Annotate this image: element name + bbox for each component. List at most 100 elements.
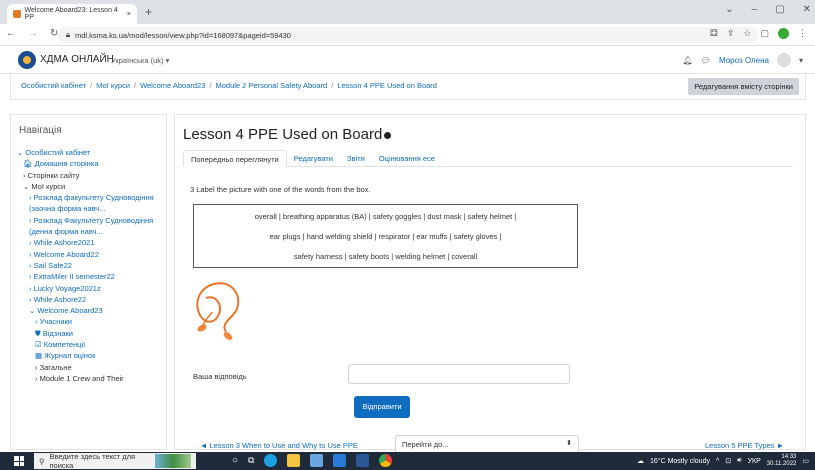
translate-icon[interactable]: ⚃	[710, 28, 718, 39]
maximize-button[interactable]: ▢	[775, 4, 784, 15]
file-explorer-icon[interactable]	[287, 454, 301, 467]
nav-item[interactable]: ⌄ Мої курси	[17, 181, 165, 192]
minimize-button[interactable]: –	[752, 4, 758, 15]
nav-item[interactable]: › Lucky Voyage2021z	[17, 283, 165, 294]
breadcrumb-lesson[interactable]: Lesson 4 PPE Used on Board	[337, 81, 437, 90]
menu-icon[interactable]: ⋮	[798, 28, 807, 39]
close-window-button[interactable]: ✕	[803, 4, 811, 15]
word-line: overall | breathing apparatus (BA) | saf…	[254, 212, 517, 221]
nav-item[interactable]: ⌄ Особистий кабінет	[17, 147, 165, 158]
word-box: overall | breathing apparatus (BA) | saf…	[193, 204, 578, 268]
tab-close-icon[interactable]: ×	[127, 11, 131, 18]
nav-item[interactable]: 🏠︎ Домашня сторінка	[17, 158, 165, 169]
mail-icon[interactable]	[333, 454, 347, 467]
nav-item[interactable]: › Module 1 Crew and Their	[17, 373, 165, 384]
site-header: ХДМА ОНЛАЙН Українська (uk) ▾ 🔔︎ 💬︎ Моро…	[0, 46, 815, 74]
site-logo[interactable]	[18, 51, 36, 69]
cortana-icon[interactable]: ○	[232, 455, 238, 466]
earplug-cord	[223, 283, 240, 333]
jump-to-select[interactable]: Перейти до... ⬍	[395, 435, 579, 453]
tray-arrow-icon[interactable]: ^	[716, 458, 719, 465]
breadcrumb-my-courses[interactable]: Мої курси	[96, 81, 130, 90]
breadcrumb-module[interactable]: Module 2 Personal Safety Aboard	[215, 81, 327, 90]
volume-icon[interactable]: 🔊︎	[737, 457, 741, 465]
previous-lesson-link[interactable]: ◄ Lesson 3 When to Use and Why to Use PP…	[200, 441, 358, 450]
nav-item[interactable]: › Сторінки сайту	[17, 170, 165, 181]
bell-icon[interactable]: 🔔︎	[683, 56, 693, 65]
breadcrumb-course[interactable]: Welcome Aboard23	[140, 81, 205, 90]
taskbar-search[interactable]: ⚲ Введите здесь текст для поиска	[34, 452, 196, 470]
earplugs-picture	[196, 282, 240, 340]
answer-label: Ваша відповідь	[193, 372, 247, 381]
nav-item[interactable]: ⛊ Відзнаки	[17, 328, 165, 339]
notification-icon[interactable]: ▭	[802, 457, 809, 465]
keyboard-lang[interactable]: УКР	[748, 458, 761, 465]
url-text: mdl.ksma.ks.ua/mod/lesson/view.php?id=16…	[75, 30, 291, 40]
back-icon[interactable]: ←	[6, 28, 16, 39]
navigation-block: Навігація ⌄ Особистий кабінет 🏠︎ Домашня …	[10, 114, 167, 450]
nav-item[interactable]: › While Ashore2021	[17, 237, 165, 248]
nav-item[interactable]: › ExtraMiler II semester22	[17, 271, 165, 282]
clock-time: 14:33	[781, 454, 797, 460]
new-tab-button[interactable]: +	[145, 5, 152, 19]
url-field[interactable]: 🔒︎ mdl.ksma.ks.ua/mod/lesson/view.php?id…	[58, 27, 758, 43]
network-icon[interactable]: ⊡	[725, 457, 731, 465]
taskbar-search-text: Введите здесь текст для поиска	[49, 452, 136, 470]
bookmark-star-icon[interactable]: ☆	[743, 28, 751, 39]
window-controls: ⌄ – ▢ ✕	[725, 4, 811, 15]
windows-taskbar: ⚲ Введите здесь текст для поиска ○ ⧉ ☁ 1…	[0, 452, 815, 470]
tab-preview[interactable]: Попередньо переглянути	[183, 150, 287, 167]
search-highlight-image	[154, 454, 191, 468]
nav-item[interactable]: › Розклад факультету Судноводіння (заочн…	[17, 192, 165, 215]
avatar[interactable]	[776, 53, 791, 67]
submit-button[interactable]: Відправити	[354, 396, 410, 418]
nav-item[interactable]: › Учасники	[17, 316, 165, 327]
chevron-down-icon[interactable]: ▾	[799, 56, 803, 65]
nav-item[interactable]: ▦ Журнал оцінок	[17, 350, 165, 361]
favicon-icon	[13, 10, 21, 18]
forward-icon[interactable]: →	[28, 28, 38, 39]
lesson-title-text: Lesson 4 PPE Used on Board	[183, 126, 383, 143]
tab-grade-essays[interactable]: Оцінювання есе	[372, 150, 442, 167]
task-view-icon[interactable]: ⧉	[248, 455, 254, 466]
store-icon[interactable]	[310, 454, 324, 467]
taskbar-apps: ○ ⧉	[232, 454, 393, 467]
tab-search-icon[interactable]: ⌄	[725, 4, 733, 15]
browser-tab[interactable]: Welcome Aboard23: Lesson 4 PP ×	[7, 4, 137, 24]
chrome-icon[interactable]	[379, 454, 393, 467]
browser-toolbar-icons: ⚃ ⇪ ☆ ▢ ⋮	[710, 28, 807, 39]
language-select[interactable]: Українська (uk) ▾	[111, 56, 169, 65]
word-icon[interactable]	[356, 454, 370, 467]
profile-icon[interactable]	[778, 28, 789, 39]
answer-input[interactable]	[348, 364, 570, 384]
jump-to-value: Перейти до...	[402, 440, 449, 449]
chat-icon[interactable]: 💬︎	[701, 56, 711, 65]
nav-item[interactable]: › Розклад Факультету Судноводіння (денна…	[17, 215, 165, 238]
nav-item[interactable]: › While Ashore22	[17, 294, 165, 305]
nav-item[interactable]: › Загальне	[17, 362, 165, 373]
info-icon[interactable]	[384, 131, 392, 139]
next-lesson-link[interactable]: Lesson 5 PPE Types ►	[705, 441, 784, 450]
weather-text[interactable]: 16°C Mostly cloudy	[650, 458, 710, 465]
user-name[interactable]: Мороз Олена	[719, 56, 769, 65]
tab-reports[interactable]: Звіти	[340, 150, 372, 167]
share-icon[interactable]: ⇪	[727, 28, 735, 39]
nav-item[interactable]: › Sail Safe22	[17, 260, 165, 271]
nav-item[interactable]: ⌄ Welcome Aboard23	[17, 305, 165, 316]
earplug-cord	[196, 282, 227, 323]
windows-start-icon[interactable]	[14, 456, 24, 466]
nav-item[interactable]: › Welcome Aboard22	[17, 249, 165, 260]
nav-item[interactable]: ☑ Компетенції	[17, 339, 165, 350]
site-name[interactable]: ХДМА ОНЛАЙН	[40, 54, 114, 65]
word-line: safety harness | safety boots | welding …	[293, 252, 478, 261]
edge-icon[interactable]	[264, 454, 278, 467]
breadcrumb-dashboard[interactable]: Особистий кабінет	[21, 81, 86, 90]
tab-edit[interactable]: Редагувати	[287, 150, 340, 167]
clock[interactable]: 14:33 30.11.2022	[767, 454, 797, 468]
tab-title: Welcome Aboard23: Lesson 4 PP	[24, 7, 118, 21]
lock-icon: 🔒︎	[66, 30, 70, 39]
edit-page-content-button[interactable]: Редагування вмісту сторінки	[688, 78, 799, 95]
sidebar-icon[interactable]: ▢	[760, 28, 769, 39]
weather-icon: ☁	[636, 458, 644, 465]
page-title: Lesson 4 PPE Used on Board	[183, 126, 392, 143]
